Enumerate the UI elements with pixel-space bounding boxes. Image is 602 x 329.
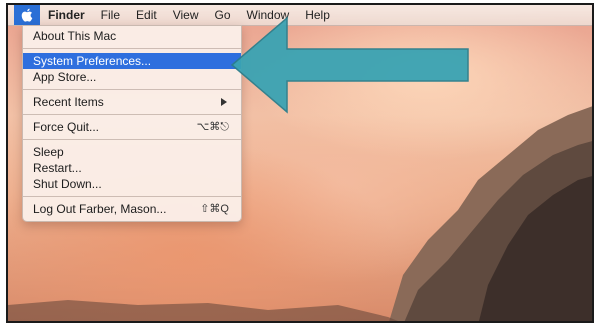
menu-item-about-this-mac[interactable]: About This Mac (23, 28, 241, 44)
menu-item-log-out[interactable]: Log Out Farber, Mason... ⇧⌘Q (23, 201, 241, 217)
submenu-arrow-icon (221, 98, 227, 106)
menu-item-shut-down[interactable]: Shut Down... (23, 176, 241, 192)
menu-item-recent-items[interactable]: Recent Items (23, 94, 241, 110)
keyboard-shortcut: ⌥⌘⎋ (196, 121, 229, 133)
menu-separator (23, 196, 241, 197)
menu-item-label: About This Mac (33, 29, 117, 43)
menu-item-label: Log Out Farber, Mason... (33, 202, 167, 216)
menu-edit[interactable]: Edit (128, 5, 165, 25)
menu-separator (23, 89, 241, 90)
menu-file[interactable]: File (93, 5, 128, 25)
menu-item-label: Recent Items (33, 95, 104, 109)
menu-item-label: Sleep (33, 145, 64, 159)
menu-item-sleep[interactable]: Sleep (23, 144, 241, 160)
menu-item-label: System Preferences... (33, 54, 152, 68)
menu-separator (23, 139, 241, 140)
menu-window[interactable]: Window (239, 5, 298, 25)
apple-logo-icon (21, 8, 33, 22)
apple-dropdown-menu: About This Mac System Preferences... App… (22, 25, 242, 222)
menu-bar: Finder File Edit View Go Window Help (8, 5, 592, 26)
menu-item-force-quit[interactable]: Force Quit... ⌥⌘⎋ (23, 119, 241, 135)
menu-separator (23, 48, 241, 49)
menu-item-label: App Store... (33, 70, 97, 84)
keyboard-shortcut: ⇧⌘Q (200, 203, 229, 215)
menu-item-app-store[interactable]: App Store... (23, 69, 241, 85)
menu-item-restart[interactable]: Restart... (23, 160, 241, 176)
menu-item-system-preferences[interactable]: System Preferences... (23, 53, 241, 69)
menu-separator (23, 114, 241, 115)
menu-view[interactable]: View (165, 5, 207, 25)
menu-item-label: Restart... (33, 161, 82, 175)
menu-go[interactable]: Go (207, 5, 239, 25)
menu-item-label: Shut Down... (33, 177, 102, 191)
menu-item-label: Force Quit... (33, 120, 100, 134)
apple-menu-button[interactable] (14, 5, 40, 25)
screenshot-frame: Finder File Edit View Go Window Help Abo… (6, 3, 594, 323)
menu-help[interactable]: Help (297, 5, 338, 25)
menu-finder[interactable]: Finder (40, 5, 93, 25)
